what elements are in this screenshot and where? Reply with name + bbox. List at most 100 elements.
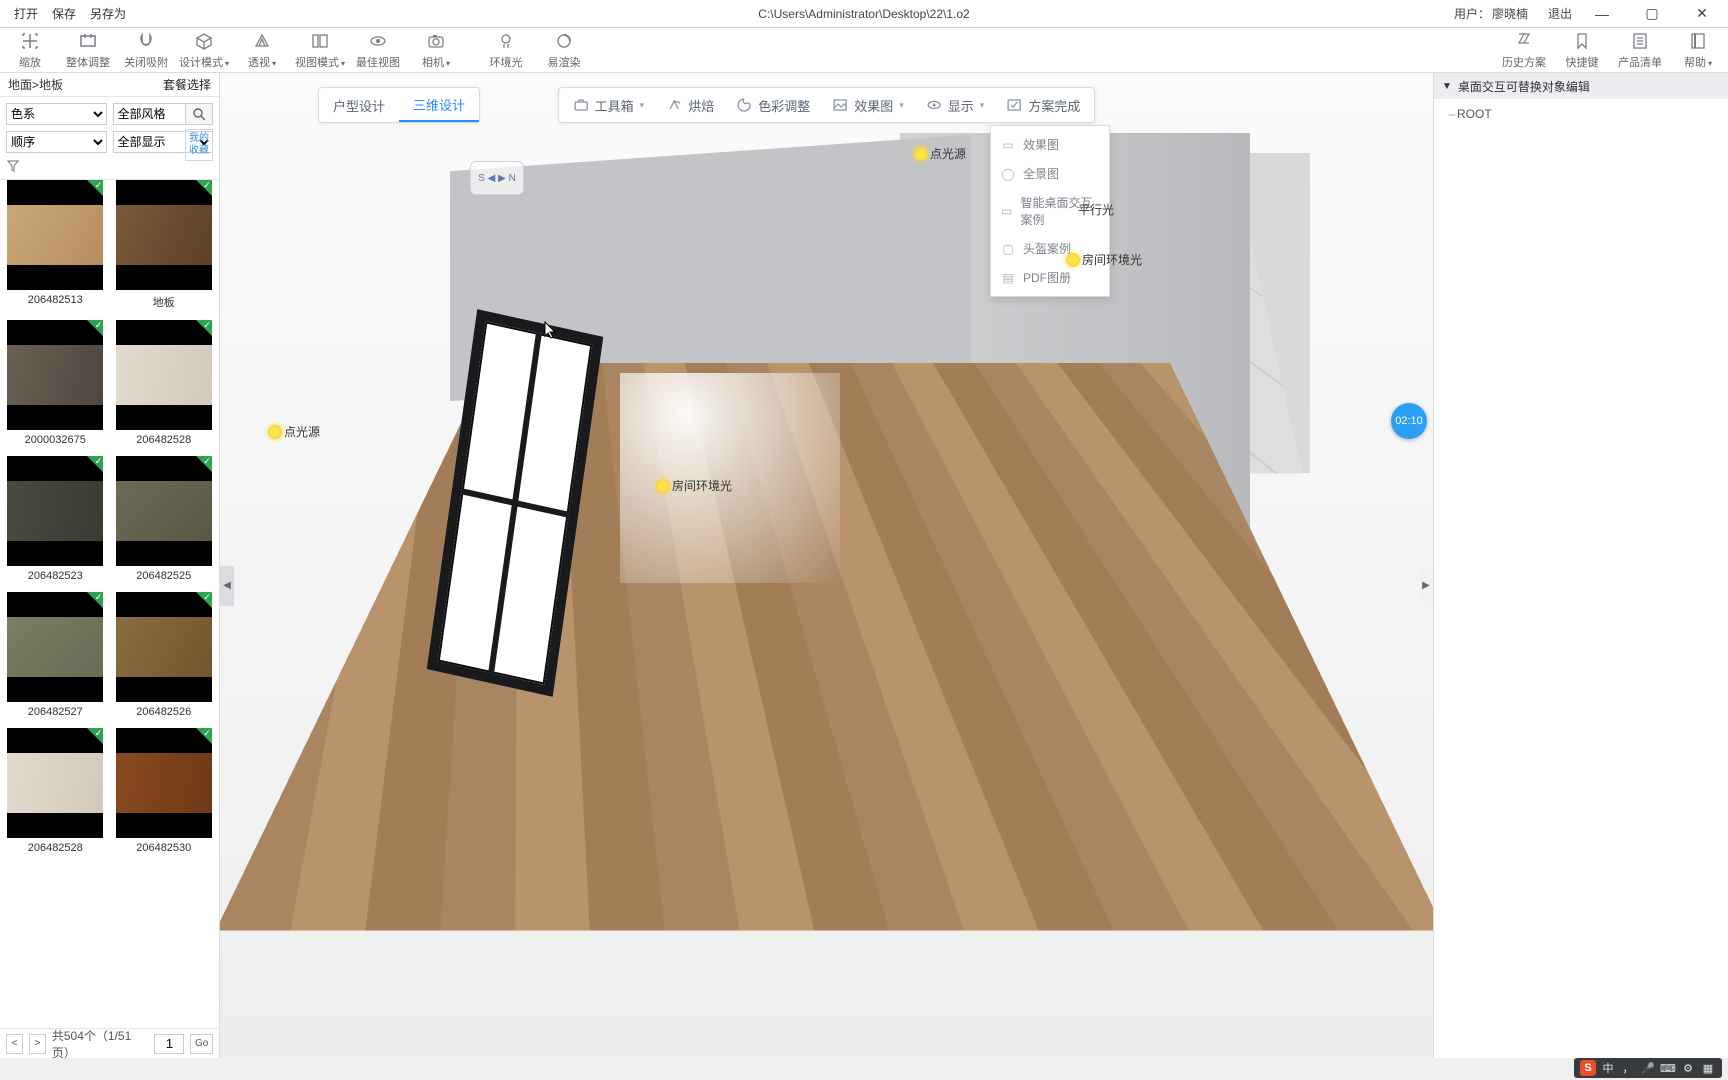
menu-saveas[interactable]: 另存为 xyxy=(90,5,126,22)
thumbnail-item[interactable]: 2000032675 xyxy=(2,320,109,454)
light-ambient-2[interactable]: 房间环境光 xyxy=(656,477,732,494)
desktop-icon: ▭ xyxy=(1001,204,1012,218)
timer-badge[interactable]: 02:10 xyxy=(1391,403,1427,439)
thumbnail-item[interactable]: 206482528 xyxy=(2,728,109,862)
favorite-button[interactable]: 我的收藏 xyxy=(185,129,213,161)
light-ambient-1[interactable]: 房间环境光 xyxy=(1066,251,1142,268)
page-prev[interactable]: < xyxy=(6,1034,23,1054)
page-total: 共504个（1/51页） xyxy=(52,1027,149,1061)
tool-zoom[interactable]: 缩放 xyxy=(10,30,50,70)
tool-render[interactable]: 易渲染 xyxy=(544,30,584,70)
viewport-3d[interactable]: S ◀ ▶ N 户型设计 三维设计 工具箱▾ 烘焙 色彩调整 效果图▾ 显示▾ … xyxy=(220,73,1433,1058)
image-icon xyxy=(832,97,848,113)
vt-done[interactable]: 方案完成 xyxy=(1006,96,1080,115)
thumbnail-item[interactable]: 206482525 xyxy=(111,456,218,590)
thumbnail-item[interactable]: 206482527 xyxy=(2,592,109,726)
vt-toolbox[interactable]: 工具箱▾ xyxy=(573,96,645,115)
menu-save[interactable]: 保存 xyxy=(52,5,76,22)
keyboard-icon[interactable]: ⌨ xyxy=(1660,1060,1676,1076)
material-panel: 地面>地板 套餐选择 色系 全部风格 我的收藏 顺序 全部显示 20648251… xyxy=(0,73,220,1058)
ime-lang[interactable]: 中 xyxy=(1600,1060,1616,1076)
panorama-icon: ◯ xyxy=(1001,167,1015,181)
mic-icon[interactable]: 🎤 xyxy=(1640,1060,1656,1076)
menu-open[interactable]: 打开 xyxy=(14,5,38,22)
panel-toggle-right[interactable]: ▶ xyxy=(1419,566,1433,606)
tool-adjust[interactable]: 整体调整 xyxy=(68,30,108,70)
tool-view-mode[interactable]: 视图模式▾ xyxy=(300,30,340,70)
tool-camera[interactable]: 相机▾ xyxy=(416,30,456,70)
scene xyxy=(220,73,1433,1058)
light-point-2[interactable]: 点光源 xyxy=(268,423,320,440)
window-close[interactable]: ✕ xyxy=(1682,0,1722,28)
vt-display[interactable]: 显示▾ xyxy=(926,96,985,115)
tree-root[interactable]: ---ROOT xyxy=(1448,105,1714,123)
camera-icon xyxy=(425,30,447,52)
panel-toggle-left[interactable]: ◀ xyxy=(220,566,234,606)
tab-plan[interactable]: 户型设计 xyxy=(319,88,399,122)
thumbnail-label: 206482523 xyxy=(28,566,83,590)
collapse-icon: ▼ xyxy=(1442,81,1452,92)
page-go[interactable]: Go xyxy=(190,1034,213,1054)
toolbar-ribbon: 缩放 整体调整 关闭吸附 设计模式▾ 透视▾ 视图模式▾ 最佳视图 相机▾ 环境… xyxy=(0,28,1728,73)
tool-history[interactable]: 历史方案 xyxy=(1504,30,1544,70)
title-bar: 打开 保存 另存为 C:\Users\Administrator\Desktop… xyxy=(0,0,1728,28)
tool-snap[interactable]: 关闭吸附 xyxy=(126,30,166,70)
breadcrumb: 地面>地板 套餐选择 xyxy=(0,73,219,97)
list-icon xyxy=(1629,30,1651,52)
thumbnail-item[interactable]: 206482523 xyxy=(2,456,109,590)
window-minimize[interactable]: — xyxy=(1582,0,1622,28)
page-input[interactable] xyxy=(154,1034,184,1054)
settings-icon[interactable]: ⚙ xyxy=(1680,1060,1696,1076)
bulb-icon xyxy=(268,425,282,439)
design-tabs: 户型设计 三维设计 xyxy=(318,87,480,123)
vt-render[interactable]: 效果图▾ xyxy=(832,96,904,115)
user-label: 用户： xyxy=(1454,5,1490,22)
tool-perspective[interactable]: 透视▾ xyxy=(242,30,282,70)
dd-panorama[interactable]: ◯全景图 xyxy=(991,159,1109,188)
breadcrumb-path[interactable]: 地面>地板 xyxy=(8,76,63,93)
tool-ambient[interactable]: 环境光 xyxy=(486,30,526,70)
tool-shortcut[interactable]: 快捷键 xyxy=(1562,30,1602,70)
window-maximize[interactable]: ▢ xyxy=(1632,0,1672,28)
thumbnail-label: 206482530 xyxy=(136,838,191,862)
set-choice-button[interactable]: 套餐选择 xyxy=(163,76,211,93)
help-icon xyxy=(1687,30,1709,52)
sogou-icon[interactable]: S xyxy=(1580,1060,1596,1076)
tab-3d[interactable]: 三维设计 xyxy=(399,88,479,122)
vt-bake[interactable]: 烘焙 xyxy=(666,96,714,115)
tool-design-mode[interactable]: 设计模式▾ xyxy=(184,30,224,70)
viewmode-icon xyxy=(309,30,331,52)
thumbnail-item[interactable]: 206482528 xyxy=(111,320,218,454)
thumbnail-item[interactable]: 地板 xyxy=(111,180,218,318)
filter-sort[interactable]: 顺序 xyxy=(6,131,107,153)
thumbnail-item[interactable]: 206482526 xyxy=(111,592,218,726)
search-button[interactable] xyxy=(185,103,213,125)
cursor-icon xyxy=(544,321,558,339)
vt-color[interactable]: 色彩调整 xyxy=(736,96,810,115)
tool-help[interactable]: 帮助▾ xyxy=(1678,30,1718,70)
snap-icon xyxy=(135,30,157,52)
compass[interactable]: S ◀ ▶ N xyxy=(470,161,524,195)
zoom-icon xyxy=(19,30,41,52)
ime-taskbar: S 中 ， 🎤 ⌨ ⚙ ▦ xyxy=(1574,1058,1722,1078)
thumbnail-item[interactable]: 206482530 xyxy=(111,728,218,862)
ime-punct[interactable]: ， xyxy=(1620,1060,1636,1076)
filter-icon[interactable] xyxy=(6,159,213,173)
display-icon xyxy=(926,97,942,113)
light-parallel[interactable]: 平行光 xyxy=(1078,201,1114,218)
thumbnail-item[interactable]: 206482513 xyxy=(2,180,109,318)
bulb-icon xyxy=(656,479,670,493)
tool-product-list[interactable]: 产品清单 xyxy=(1620,30,1660,70)
dd-effect[interactable]: ▭效果图 xyxy=(991,130,1109,159)
filter-color[interactable]: 色系 xyxy=(6,103,107,125)
viewport-toolbar: 工具箱▾ 烘焙 色彩调整 效果图▾ 显示▾ 方案完成 xyxy=(558,87,1096,123)
thumbnail-label: 206482528 xyxy=(136,430,191,454)
logout-button[interactable]: 退出 xyxy=(1548,5,1572,22)
grid-icon[interactable]: ▦ xyxy=(1700,1060,1716,1076)
thumbnail-label: 206482513 xyxy=(28,290,83,314)
light-point-1[interactable]: 点光源 xyxy=(914,145,966,162)
palette-icon xyxy=(736,97,752,113)
tool-best-view[interactable]: 最佳视图 xyxy=(358,30,398,70)
page-next[interactable]: > xyxy=(29,1034,46,1054)
panel-title[interactable]: ▼ 桌面交互可替换对象编辑 xyxy=(1434,73,1728,99)
